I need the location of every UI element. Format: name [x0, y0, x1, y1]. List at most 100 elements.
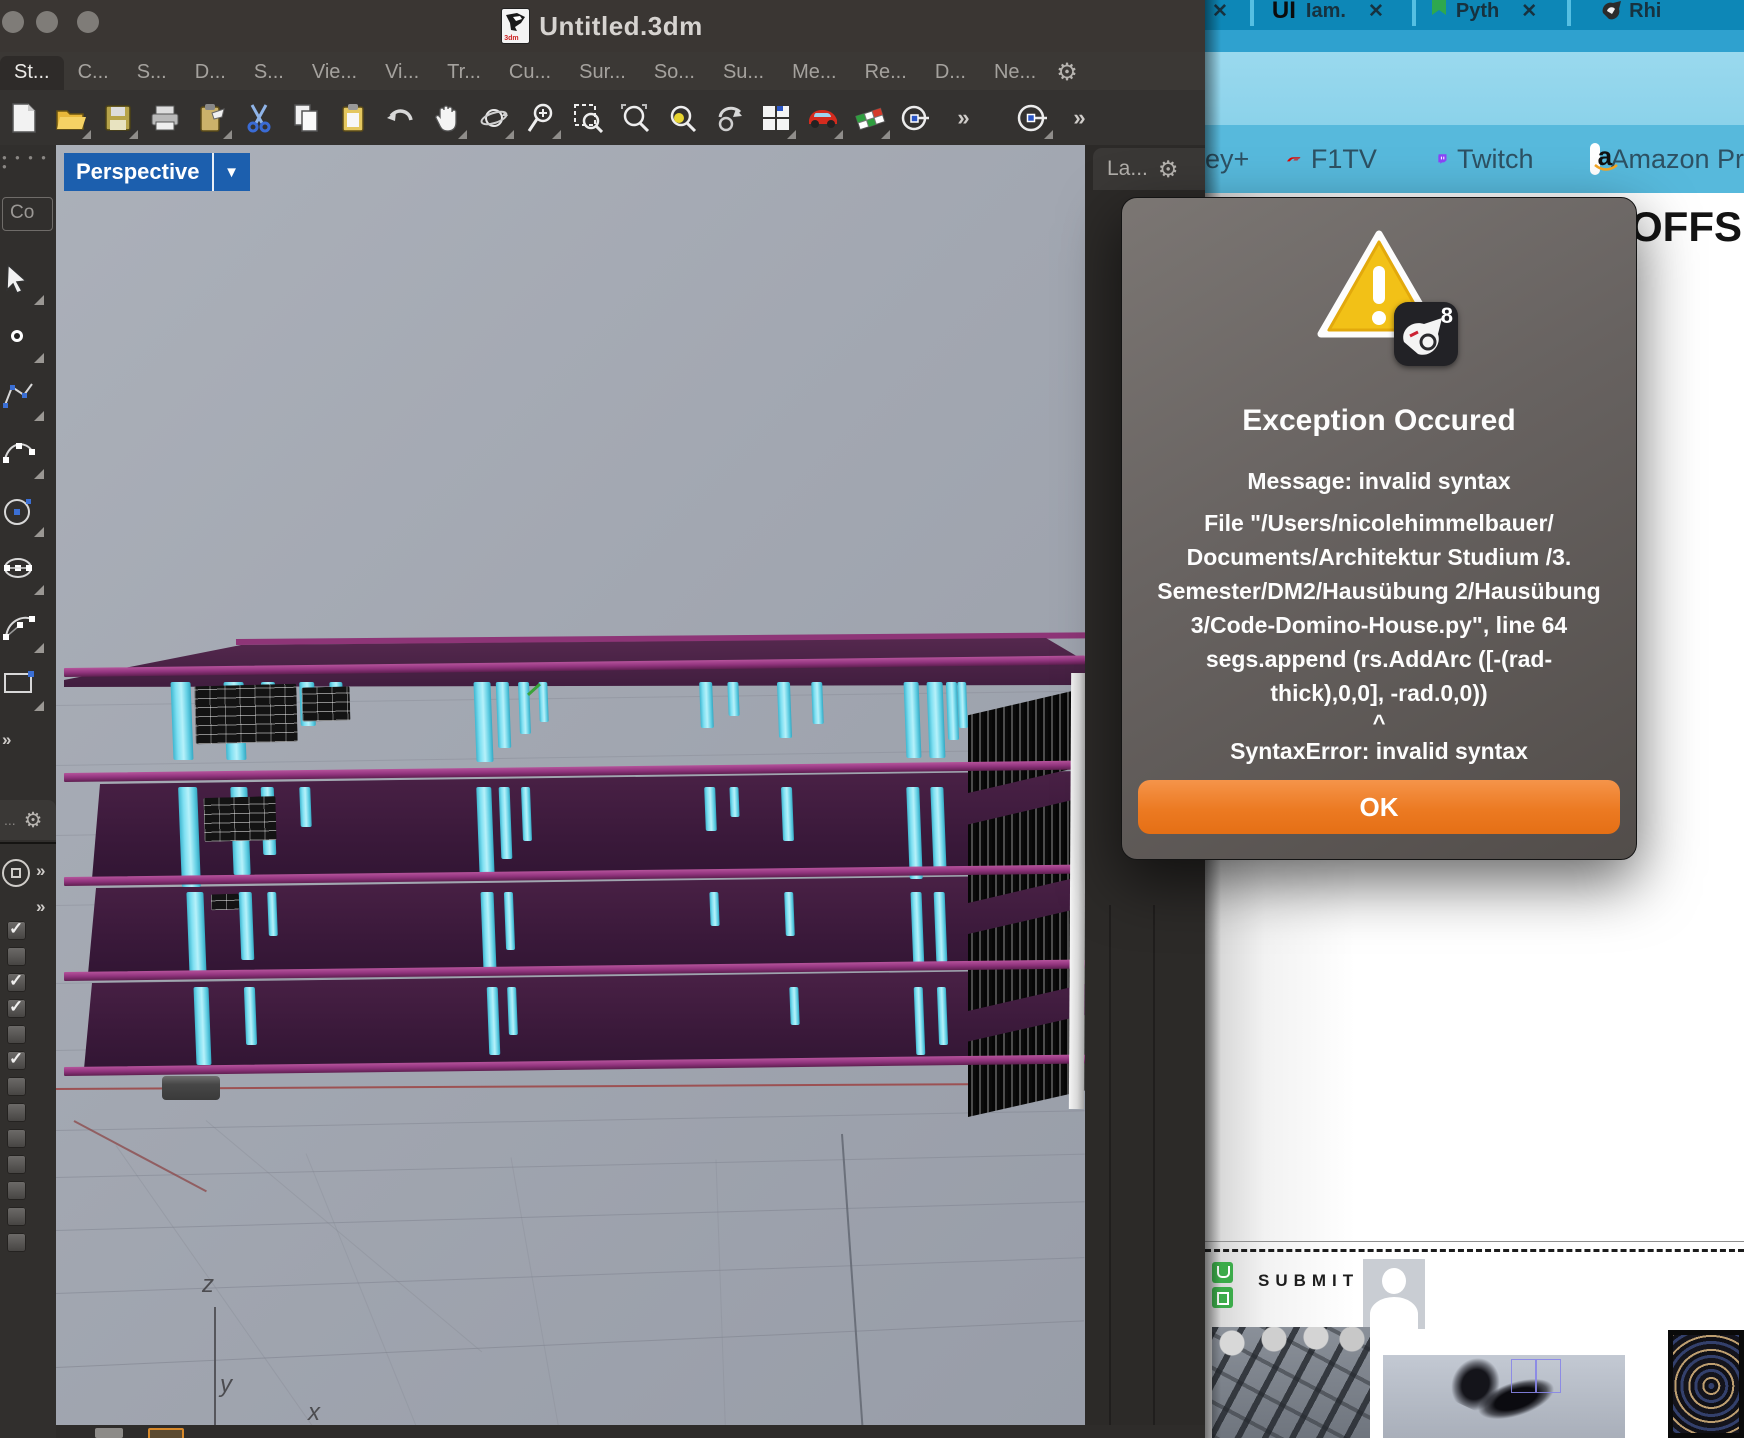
menu-item[interactable]: So... — [640, 56, 709, 90]
site-logo-icon[interactable] — [1212, 1262, 1233, 1283]
model-column — [709, 892, 719, 926]
interpolate-curve-tool[interactable] — [2, 437, 46, 481]
cut-icon[interactable] — [235, 94, 282, 142]
tab1-logo[interactable]: UI — [1272, 0, 1296, 25]
bookmark-f1tv[interactable]: F1TV — [1311, 144, 1377, 175]
new-document-icon[interactable] — [0, 94, 47, 142]
pan-hand-icon[interactable] — [423, 94, 470, 142]
rectangle-tool[interactable] — [2, 669, 46, 713]
menu-item[interactable]: C... — [64, 56, 123, 90]
bookmark-twitch[interactable]: Twitch — [1457, 144, 1534, 175]
menu-item[interactable]: Vi... — [371, 56, 433, 90]
osnap-checkbox[interactable] — [7, 1077, 26, 1096]
menu-item[interactable]: St... — [0, 56, 64, 90]
car-icon[interactable] — [799, 94, 846, 142]
osnap-checkbox[interactable] — [7, 1181, 26, 1200]
gallery-thumbnail-feather[interactable] — [1383, 1355, 1625, 1438]
zoom-dynamic-icon[interactable] — [517, 94, 564, 142]
osnap-checkbox[interactable] — [7, 1207, 26, 1226]
perspective-viewport[interactable]: z y x Perspective ▼ — [56, 145, 1085, 1425]
menu-item[interactable]: S... — [123, 56, 181, 90]
point-tool[interactable] — [2, 321, 46, 365]
zoom-extents-icon[interactable] — [611, 94, 658, 142]
avatar[interactable] — [1363, 1259, 1425, 1329]
menu-item[interactable]: Ne... — [980, 56, 1050, 90]
viewport-tab-label[interactable]: Perspective — [64, 153, 212, 191]
gear-icon[interactable]: ⚙ — [1056, 56, 1078, 90]
osnap-checkbox[interactable] — [7, 1103, 26, 1122]
site-logo-icon-2[interactable] — [1212, 1287, 1233, 1308]
menu-item[interactable]: Sur... — [565, 56, 640, 90]
panel-drag-handle[interactable]: ● ● ● ● ● — [2, 153, 56, 171]
gear-icon[interactable]: ⚙ — [24, 808, 43, 833]
ground-plane-icon[interactable] — [846, 94, 893, 142]
menu-item[interactable]: Cu... — [495, 56, 565, 90]
status-icon-orange[interactable] — [148, 1428, 184, 1438]
tab1-label[interactable]: Iam. — [1306, 0, 1346, 23]
zoom-selected-icon[interactable] — [658, 94, 705, 142]
tab-close-icon[interactable]: ✕ — [1521, 0, 1537, 23]
osnap-checkbox[interactable]: ✓ — [7, 1051, 26, 1070]
command-prompt-fragment[interactable]: Co — [2, 197, 53, 231]
menu-item[interactable]: D... — [181, 56, 240, 90]
layers-panel-header[interactable]: La... ⚙ — [1093, 148, 1205, 190]
osnap-panel-header[interactable]: ... ⚙ — [0, 800, 56, 840]
menu-item[interactable]: Su... — [709, 56, 778, 90]
osnap-chevrons-2[interactable]: » — [36, 897, 45, 917]
osnap-checkbox[interactable] — [7, 1025, 26, 1044]
menu-item[interactable]: Re... — [851, 56, 921, 90]
open-file-icon[interactable] — [47, 94, 94, 142]
viewport-tab[interactable]: Perspective ▼ — [64, 153, 250, 191]
osnap-disable-icon[interactable] — [1009, 94, 1056, 142]
menu-item[interactable]: Me... — [778, 56, 850, 90]
control-point-curve-tool[interactable] — [2, 379, 46, 423]
menu-item[interactable]: S... — [240, 56, 298, 90]
ok-button[interactable]: OK — [1138, 780, 1620, 834]
gear-icon[interactable]: ⚙ — [1158, 156, 1179, 183]
osnap-checkbox[interactable] — [7, 1129, 26, 1148]
viewport-tab-dropdown[interactable]: ▼ — [212, 153, 250, 191]
f1-logo-icon[interactable] — [1287, 152, 1301, 166]
bookmark-disneyplus[interactable]: ey+ — [1205, 144, 1249, 175]
osnap-checkbox[interactable] — [7, 1155, 26, 1174]
gallery-thumbnail-structure[interactable] — [1212, 1327, 1370, 1438]
tab3-label[interactable]: Rhi — [1629, 0, 1661, 23]
gallery-thumbnail-swirl[interactable] — [1668, 1330, 1744, 1438]
print-icon[interactable] — [141, 94, 188, 142]
osnap-checkbox[interactable]: ✓ — [7, 921, 26, 940]
circle-tool[interactable] — [2, 495, 46, 539]
osnap-checkbox[interactable]: ✓ — [7, 973, 26, 992]
zoom-window-icon[interactable] — [564, 94, 611, 142]
viewport-layout-icon[interactable] — [752, 94, 799, 142]
toolbar-more-chevrons-2[interactable]: » — [1056, 94, 1103, 142]
tab-close-icon[interactable]: ✕ — [1212, 0, 1228, 23]
copy-icon[interactable] — [282, 94, 329, 142]
undo-view-icon[interactable] — [705, 94, 752, 142]
tab-close-icon[interactable]: ✕ — [1368, 0, 1384, 23]
menu-item[interactable]: Vie... — [298, 56, 371, 90]
orbit-icon[interactable] — [470, 94, 517, 142]
osnap-chevrons[interactable]: » — [36, 861, 45, 881]
status-icon-gray[interactable] — [95, 1428, 123, 1438]
tab2-label[interactable]: Pyth — [1456, 0, 1499, 23]
undo-icon[interactable] — [376, 94, 423, 142]
twitch-logo-icon[interactable] — [1437, 143, 1447, 175]
sidebar-more-chevrons[interactable]: » — [2, 730, 11, 750]
paste-special-icon[interactable] — [188, 94, 235, 142]
paste-icon[interactable] — [329, 94, 376, 142]
cplane-target-icon[interactable] — [893, 94, 940, 142]
submit-button[interactable]: SUBMIT — [1258, 1271, 1359, 1291]
arc-tool[interactable] — [2, 611, 46, 655]
menu-item[interactable]: D... — [921, 56, 980, 90]
save-icon[interactable] — [94, 94, 141, 142]
browser-toolbar-strip — [1205, 30, 1744, 52]
bookmark-amazon-prime[interactable]: Amazon Pr — [1610, 144, 1744, 175]
select-arrow-tool[interactable] — [2, 263, 46, 307]
osnap-checkbox[interactable] — [7, 947, 26, 966]
amazon-logo-icon[interactable]: a — [1590, 143, 1601, 175]
ellipse-tool[interactable] — [2, 553, 46, 597]
osnap-checkbox[interactable]: ✓ — [7, 999, 26, 1018]
osnap-checkbox[interactable] — [7, 1233, 26, 1252]
toolbar-more-chevrons[interactable]: » — [940, 94, 987, 142]
menu-item[interactable]: Tr... — [433, 56, 495, 90]
